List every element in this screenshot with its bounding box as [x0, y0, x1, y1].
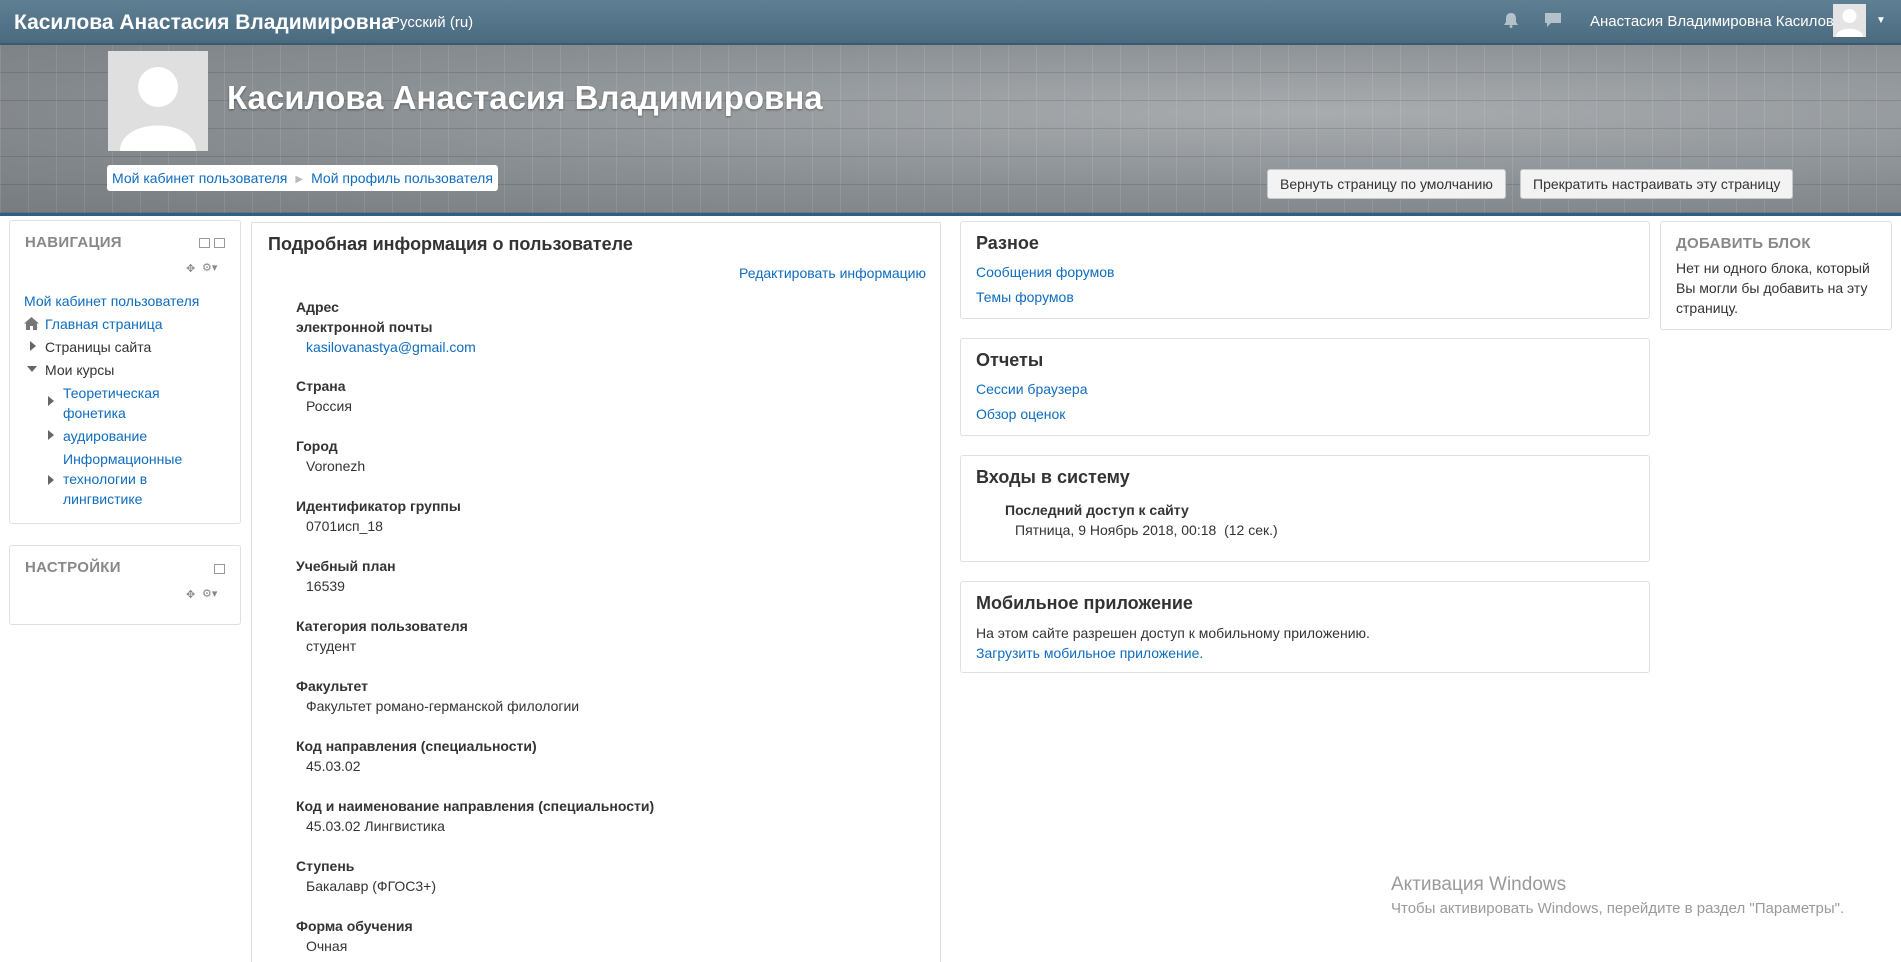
- field-label: Ступень: [296, 858, 355, 874]
- expand-arrow-icon[interactable]: [48, 475, 54, 485]
- settings-block-title: НАСТРОЙКИ: [25, 559, 121, 576]
- windows-activation-text: Чтобы активировать Windows, перейдите в …: [1391, 900, 1845, 917]
- field-label: Код и наименование направления (специаль…: [296, 798, 655, 814]
- dock-block-icon[interactable]: [214, 238, 225, 248]
- move-block-icon[interactable]: ✥: [186, 588, 195, 601]
- gear-icon[interactable]: ⚙▾: [202, 261, 217, 274]
- misc-block-title: Разное: [976, 233, 1039, 253]
- last-access-value: Пятница, 9 Ноябрь 2018, 00:18 (12 сек.): [1015, 522, 1278, 538]
- user-details-block: Подробная информация о пользователе Реда…: [251, 222, 941, 962]
- settings-block: НАСТРОЙКИ ✥ ⚙▾: [9, 545, 241, 625]
- expand-arrow-icon[interactable]: [48, 430, 54, 440]
- field-label: Учебный план: [296, 558, 396, 574]
- gear-icon[interactable]: ⚙▾: [202, 587, 217, 600]
- field-value: Очная: [306, 938, 348, 954]
- minimize-block-icon[interactable]: [199, 238, 210, 248]
- top-navbar: Касилова Анастасия Владимировна Русский …: [0, 0, 1901, 45]
- page-title: Касилова Анастасия Владимировна: [227, 79, 823, 116]
- nav-dashboard-link[interactable]: Мой кабинет пользователя: [24, 293, 199, 309]
- field-label: Идентификатор группы: [296, 498, 461, 514]
- expand-arrow-icon[interactable]: [30, 341, 36, 351]
- field-label: Факультет: [296, 678, 368, 694]
- stop-customize-button[interactable]: Прекратить настраивать эту страницу: [1520, 169, 1794, 199]
- add-block-text-line2: Вы могли бы добавить на эту: [1676, 280, 1868, 296]
- email-label-line2: электронной почты: [296, 319, 433, 335]
- add-block-title: ДОБАВИТЬ БЛОК: [1676, 235, 1811, 252]
- nav-course-it-line1[interactable]: Информационные: [63, 451, 182, 467]
- breadcrumb-dashboard[interactable]: Мой кабинет пользователя: [112, 170, 287, 186]
- add-block-text-line1: Нет ни одного блока, который: [1676, 260, 1870, 276]
- user-details-title: Подробная информация о пользователе: [268, 234, 633, 254]
- field-value: 0701исп_18: [306, 518, 383, 534]
- field-value: Факультет романо-германской филологии: [306, 698, 580, 714]
- breadcrumb: Мой кабинет пользователя ▶ Мой профиль пол…: [107, 165, 498, 191]
- add-block-text-line3: страницу.: [1676, 300, 1739, 316]
- profile-avatar: [108, 51, 208, 151]
- page-header: Касилова Анастасия Владимировна Мой каби…: [0, 45, 1901, 216]
- avatar-icon[interactable]: [1833, 4, 1866, 37]
- mobile-app-text: На этом сайте разрешен доступ к мобильно…: [976, 625, 1370, 641]
- mobile-app-block-title: Мобильное приложение: [976, 593, 1193, 613]
- field-value: 45.03.02 Лингвистика: [306, 818, 445, 834]
- field-value: 45.03.02: [306, 758, 361, 774]
- email-value[interactable]: kasilovanastya@gmail.com: [306, 339, 476, 355]
- logins-block: Входы в систему Последний доступ к сайту…: [960, 455, 1650, 562]
- field-value: Россия: [306, 398, 352, 414]
- email-label: Адрес: [296, 299, 339, 315]
- user-menu-name[interactable]: Анастасия Владимировна Касилова: [1590, 13, 1842, 30]
- reset-page-button[interactable]: Вернуть страницу по умолчанию: [1267, 169, 1506, 199]
- field-value: Voronezh: [306, 458, 366, 474]
- breadcrumb-profile[interactable]: Мой профиль пользователя: [311, 170, 493, 186]
- forum-posts-link[interactable]: Сообщения форумов: [976, 264, 1115, 280]
- field-value: 16539: [306, 578, 345, 594]
- grades-overview-link[interactable]: Обзор оценок: [976, 406, 1065, 422]
- reports-block: Отчеты Сессии браузера Обзор оценок: [960, 338, 1650, 436]
- nav-course-phonetics-line1[interactable]: Теоретическая: [63, 385, 160, 401]
- mobile-app-download-link[interactable]: Загрузить мобильное приложение.: [976, 645, 1203, 661]
- last-access-label: Последний доступ к сайту: [1005, 502, 1189, 518]
- move-block-icon[interactable]: ✥: [186, 262, 195, 275]
- nav-site-pages[interactable]: Страницы сайта: [45, 339, 151, 355]
- mobile-app-block: Мобильное приложение На этом сайте разре…: [960, 581, 1650, 673]
- nav-course-it-line2[interactable]: технологии в: [63, 471, 147, 487]
- field-value: студент: [306, 638, 357, 654]
- reports-block-title: Отчеты: [976, 350, 1044, 370]
- add-block-block: ДОБАВИТЬ БЛОК Нет ни одного блока, котор…: [1660, 221, 1892, 330]
- language-menu[interactable]: Русский (ru): [390, 14, 473, 31]
- expand-arrow-icon[interactable]: [48, 396, 54, 406]
- caret-down-icon[interactable]: ▼: [1876, 15, 1886, 26]
- nav-home-link[interactable]: Главная страница: [45, 316, 163, 332]
- navigation-block: НАВИГАЦИЯ ✥ ⚙▾ Мой кабинет пользователя …: [9, 220, 241, 524]
- home-icon: [24, 317, 39, 330]
- nav-course-it-line3[interactable]: лингвистике: [63, 491, 142, 507]
- field-label: Категория пользователя: [296, 618, 468, 634]
- bell-icon[interactable]: [1502, 12, 1520, 28]
- browser-sessions-link[interactable]: Сессии браузера: [976, 381, 1087, 397]
- field-label: Город: [296, 438, 338, 454]
- forum-discussions-link[interactable]: Темы форумов: [976, 289, 1074, 305]
- misc-block: Разное Сообщения форумов Темы форумов: [960, 221, 1650, 319]
- edit-profile-link[interactable]: Редактировать информацию: [739, 265, 926, 281]
- breadcrumb-separator-icon: ▶: [295, 174, 304, 185]
- field-label: Форма обучения: [296, 918, 413, 934]
- nav-course-listening[interactable]: аудирование: [63, 428, 147, 444]
- navigation-block-title: НАВИГАЦИЯ: [25, 234, 122, 251]
- site-title[interactable]: Касилова Анастасия Владимировна: [14, 11, 393, 35]
- field-label: Код направления (специальности): [296, 738, 537, 754]
- chat-icon[interactable]: [1544, 12, 1562, 28]
- windows-activation-title: Активация Windows: [1391, 874, 1567, 895]
- nav-my-courses[interactable]: Мои курсы: [45, 362, 114, 378]
- nav-course-phonetics-line2[interactable]: фонетика: [63, 405, 126, 421]
- field-value: Бакалавр (ФГОС3+): [306, 878, 436, 894]
- logins-block-title: Входы в систему: [976, 467, 1130, 487]
- dock-block-icon[interactable]: [214, 564, 225, 574]
- field-label: Страна: [296, 378, 346, 394]
- collapse-arrow-icon[interactable]: [27, 366, 37, 372]
